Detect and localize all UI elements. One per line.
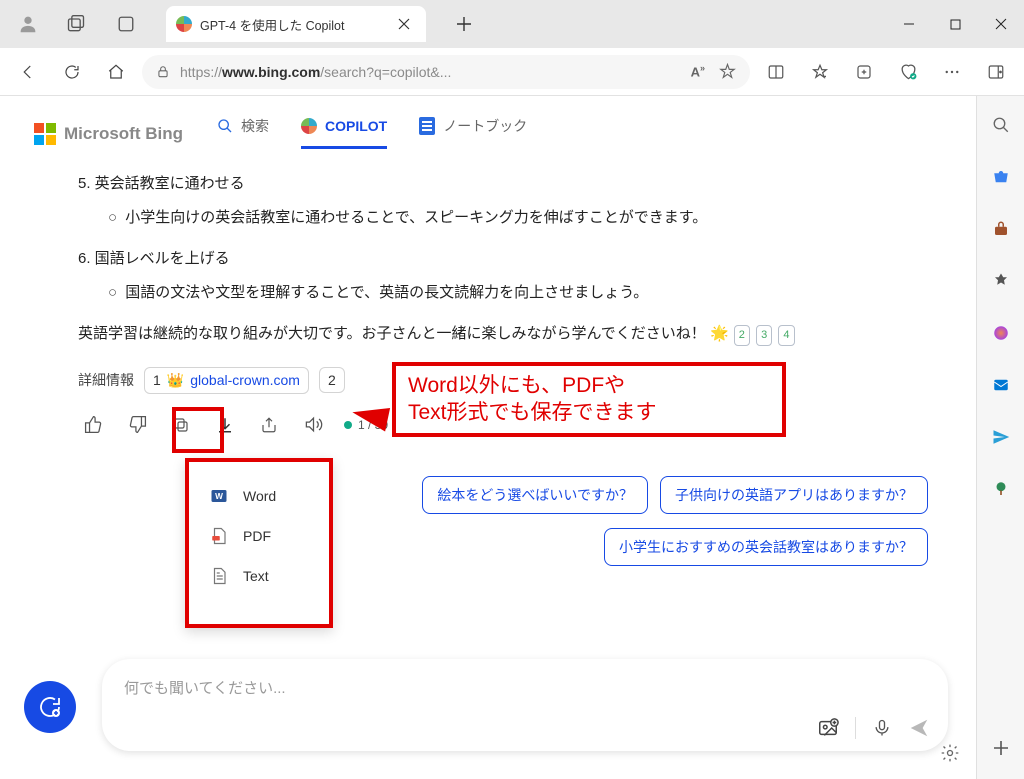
favorites-button[interactable] [802, 54, 838, 90]
answer-body: 5. 英会話教室に通わせる 小学生向けの英会話教室に通わせることで、スピーキング… [0, 151, 976, 357]
notebook-icon [419, 117, 435, 135]
bing-logo[interactable]: Microsoft Bing [34, 123, 183, 145]
reader-mode-icon[interactable]: A» [691, 63, 705, 79]
svg-text:W: W [215, 492, 223, 501]
close-window-button[interactable] [978, 8, 1024, 40]
annotation-export-highlight [172, 407, 224, 453]
sidebar-search-icon[interactable] [990, 114, 1012, 136]
refresh-button[interactable] [54, 54, 90, 90]
export-pdf[interactable]: PDF [193, 516, 325, 556]
source-favicon: 👑 [167, 372, 184, 389]
favorite-star-icon[interactable] [719, 63, 736, 80]
word-icon: W [209, 486, 229, 506]
sidebar-add-button[interactable] [990, 737, 1012, 759]
sources-label: 詳細情報 [78, 370, 134, 390]
export-word[interactable]: W Word [193, 476, 325, 516]
mic-button[interactable] [872, 718, 892, 738]
sidebar-outlook-icon[interactable] [990, 374, 1012, 396]
suggestion-chips: 絵本をどう選べばいいですか？ 子供向けの英語アプリはありますか？ 小学生におすす… [422, 476, 928, 566]
home-button[interactable] [98, 54, 134, 90]
sidebar-send-icon[interactable] [990, 426, 1012, 448]
like-button[interactable] [76, 408, 110, 442]
input-placeholder: 何でも聞いてください... [124, 677, 286, 698]
sidebar-tools-icon[interactable] [990, 218, 1012, 240]
workspaces-button[interactable] [58, 6, 94, 42]
read-aloud-button[interactable] [296, 408, 330, 442]
citation-3[interactable]: 3 [756, 325, 772, 346]
suggestion-2[interactable]: 子供向けの英語アプリはありますか？ [660, 476, 928, 514]
answer-item-5-detail: 小学生向けの英会話教室に通わせることで、スピーキング力を伸ばすことができます。 [108, 205, 898, 231]
url-text: https://www.bing.com/search?q=copilot&..… [180, 64, 451, 80]
title-bar: GPT-4 を使用した Copilot [0, 0, 1024, 48]
answer-item-6: 6. 国語レベルを上げる [78, 246, 898, 272]
tab-title: GPT-4 を使用した Copilot [200, 15, 384, 34]
divider [855, 717, 856, 739]
source-chip-1[interactable]: 1 👑 global-crown.com [144, 367, 309, 394]
back-button[interactable] [10, 54, 46, 90]
copilot-icon [301, 118, 317, 134]
collections-button[interactable] [846, 54, 882, 90]
tab-copilot[interactable]: COPILOT [301, 118, 387, 149]
annotation-callout: Word以外にも、PDFや Text形式でも保存できます [392, 362, 786, 437]
copilot-sidebar-button[interactable] [978, 54, 1014, 90]
send-button[interactable] [908, 717, 930, 739]
page-settings-button[interactable] [936, 739, 964, 767]
citation-4[interactable]: 4 [778, 325, 794, 346]
export-text[interactable]: Text [193, 556, 325, 596]
sidebar-shopping-icon[interactable] [990, 166, 1012, 188]
split-screen-button[interactable] [758, 54, 794, 90]
export-menu: W Word PDF Text [185, 458, 333, 628]
share-button[interactable] [252, 408, 286, 442]
image-input-button[interactable] [817, 717, 839, 739]
bing-header: Microsoft Bing 検索 COPILOT ノートブック [0, 96, 976, 151]
profile-button[interactable] [12, 8, 44, 40]
browser-toolbar: https://www.bing.com/search?q=copilot&..… [0, 48, 1024, 96]
lock-icon [156, 65, 170, 79]
tab-close-button[interactable] [392, 12, 416, 36]
sidebar-tree-icon[interactable] [990, 478, 1012, 500]
minimize-button[interactable] [886, 8, 932, 40]
answer-item-6-detail: 国語の文法や文型を理解することで、英語の長文読解力を向上させましょう。 [108, 280, 898, 306]
tab-search[interactable]: 検索 [217, 116, 269, 151]
dislike-button[interactable] [120, 408, 154, 442]
chat-input[interactable]: 何でも聞いてください... [102, 659, 948, 751]
microsoft-logo-icon [34, 123, 56, 145]
sparkle-icon: 🌟 [710, 321, 729, 347]
copilot-icon [176, 16, 192, 32]
maximize-button[interactable] [932, 8, 978, 40]
suggestion-3[interactable]: 小学生におすすめの英会話教室はありますか？ [604, 528, 928, 566]
text-icon [209, 566, 229, 586]
sidebar-games-icon[interactable] [990, 270, 1012, 292]
answer-closing: 英語学習は継続的な取り組みが大切です。お子さんと一緒に楽しみながら学んでください… [78, 321, 898, 347]
browser-tab[interactable]: GPT-4 を使用した Copilot [166, 6, 426, 42]
tab-notebook[interactable]: ノートブック [419, 116, 527, 151]
answer-item-5: 5. 英会話教室に通わせる [78, 171, 898, 197]
new-topic-button[interactable] [24, 681, 76, 733]
page-content: Microsoft Bing 検索 COPILOT ノートブック [0, 96, 976, 779]
source-chip-2[interactable]: 2 [319, 367, 345, 393]
address-bar[interactable]: https://www.bing.com/search?q=copilot&..… [142, 55, 750, 89]
citation-2[interactable]: 2 [734, 325, 750, 346]
edge-sidebar [976, 96, 1024, 779]
pdf-icon [209, 526, 229, 546]
suggestion-1[interactable]: 絵本をどう選べばいいですか？ [422, 476, 648, 514]
more-button[interactable] [934, 54, 970, 90]
sidebar-m365-icon[interactable] [990, 322, 1012, 344]
health-button[interactable] [890, 54, 926, 90]
new-tab-button[interactable] [446, 6, 482, 42]
tab-actions-button[interactable] [108, 6, 144, 42]
